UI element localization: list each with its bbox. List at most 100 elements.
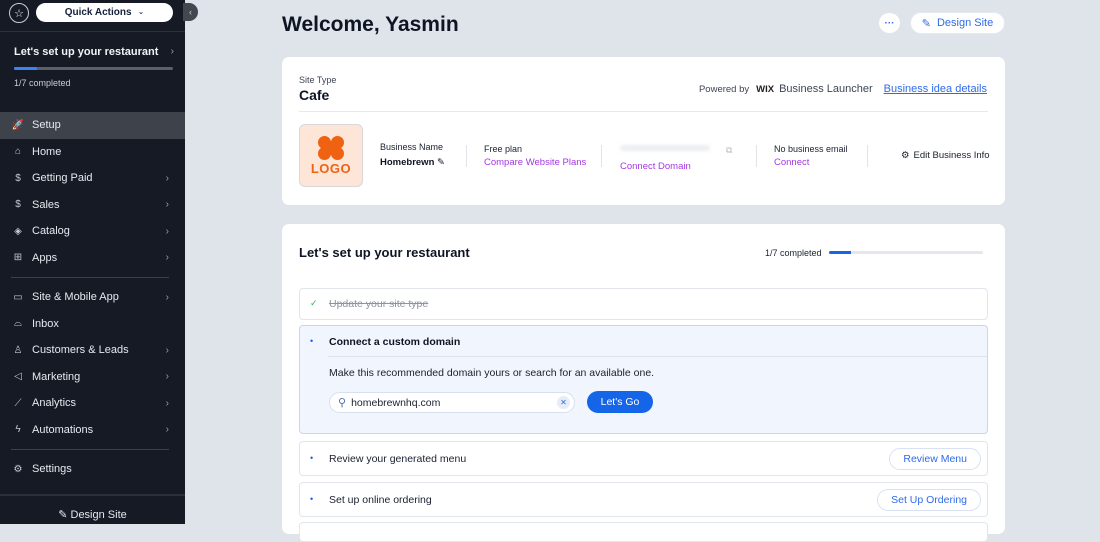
sidebar-item-label: Marketing [32,370,81,383]
sidebar-item-label: Sales [32,198,60,211]
review-menu-button[interactable]: Review Menu [889,448,981,470]
task-label: Review your generated menu [329,453,467,465]
sidebar-item-apps[interactable]: ⊞ Apps › [0,245,185,272]
devices-icon: ▭ [13,291,23,303]
megaphone-icon: ◁ [14,371,22,383]
sidebar-setup-progress-bar [14,67,173,70]
checklist-progress-text: 1/7 completed [765,248,822,258]
gear-icon: ⚙ [901,150,910,161]
design-site-label: Design Site [70,509,127,521]
divider [756,145,757,167]
sidebar-item-label: Home [32,145,62,158]
chevron-right-icon: › [165,225,169,237]
bullet-icon: • [310,494,314,504]
progress-fill [829,251,852,254]
star-icon: ☆ [14,7,24,20]
sidebar-item-home[interactable]: ⌂ Home [0,139,185,166]
quick-actions-label: Quick Actions [64,7,132,18]
business-name: Homebrewn [380,157,435,168]
domain-section: Connect Domain [620,142,710,172]
analytics-icon: ⟋ [14,397,22,409]
sidebar-item-label: Automations [32,423,94,436]
sidebar-item-sales[interactable]: $ Sales › [0,192,185,219]
favorites-star-button[interactable]: ☆ [9,3,29,23]
chevron-left-icon: ‹ [189,7,192,17]
nav-divider [11,277,169,278]
dollar-circle-icon: $ [15,199,21,211]
email-label: No business email [774,144,848,154]
pencil-icon: ✎ [921,17,931,30]
chevron-down-icon: ⌄ [137,7,145,16]
design-site-label: Design Site [936,17,994,29]
site-type-value: Cafe [299,87,330,103]
search-icon: ⚲ [338,397,347,409]
pencil-icon: ✎ [58,509,68,521]
lets-go-button[interactable]: Let's Go [587,391,653,413]
sidebar-item-label: Catalog [32,225,70,238]
quick-actions-button[interactable]: Quick Actions ⌄ [36,3,173,22]
clear-icon[interactable]: ✕ [557,396,570,409]
domain-search-input[interactable]: ⚲ homebrewnhq.com ✕ [329,392,575,413]
divider [0,31,185,32]
edit-business-info-label: Edit Business Info [913,150,990,161]
home-icon: ⌂ [14,146,22,158]
task-online-ordering[interactable]: • Set up online ordering Set Up Ordering [299,482,988,517]
set-up-ordering-button[interactable]: Set Up Ordering [877,489,981,511]
logo-shape-icon [318,135,344,160]
business-idea-details-link[interactable]: Business idea details [884,83,987,95]
more-icon: ··· [884,17,895,29]
sidebar-item-inbox[interactable]: ⌓ Inbox [0,311,185,338]
business-logo[interactable]: LOGO [299,124,363,187]
sidebar-setup-progress-text: 1/7 completed [14,78,71,88]
sidebar-item-site-mobile-app[interactable]: ▭ Site & Mobile App › [0,284,185,311]
compare-plans-link[interactable]: Compare Website Plans [484,157,586,168]
sidebar-item-customers-leads[interactable]: ♙ Customers & Leads › [0,337,185,364]
bullet-icon: • [310,453,314,463]
sidebar-item-setup[interactable]: 🚀 Setup [0,112,185,139]
sidebar-item-analytics[interactable]: ⟋ Analytics › [0,390,185,417]
sidebar-item-label: Site & Mobile App [32,291,119,304]
connect-email-link[interactable]: Connect [774,157,848,168]
sidebar-item-getting-paid[interactable]: $ Getting Paid › [0,165,185,192]
catalog-icon: ◈ [14,225,22,237]
edit-pencil-icon[interactable]: ✎ [437,157,445,168]
business-info-card: Site Type Cafe Powered by WIX Business La… [282,57,1005,205]
sidebar-item-settings[interactable]: ⚙ Settings [0,456,185,483]
task-label: Update your site type [329,298,429,310]
more-actions-button[interactable]: ··· [879,13,900,33]
sidebar-item-marketing[interactable]: ◁ Marketing › [0,364,185,391]
business-name-value: Homebrewn ✎ [380,157,445,168]
sidebar-item-label: Getting Paid [32,172,93,185]
task-description: Make this recommended domain yours or se… [329,367,655,379]
divider [328,356,987,357]
divider [867,145,868,167]
connect-domain-link[interactable]: Connect Domain [620,161,710,172]
collapse-sidebar-button[interactable]: ‹ [183,3,198,21]
sidebar-item-label: Settings [32,463,72,476]
edit-business-info-button[interactable]: ⚙ Edit Business Info [901,150,990,161]
lightning-icon: ϟ [15,424,21,436]
design-site-button[interactable]: ✎ Design Site [910,12,1005,34]
divider [466,145,467,167]
sidebar-item-automations[interactable]: ϟ Automations › [0,417,185,444]
plan-label: Free plan [484,144,523,154]
task-review-menu[interactable]: • Review your generated menu Review Menu [299,441,988,476]
gear-icon: ⚙ [13,463,23,475]
customers-icon: ♙ [13,344,23,356]
wix-logo: WIX [756,83,775,95]
sidebar-item-catalog[interactable]: ◈ Catalog › [0,218,185,245]
chevron-right-icon: › [165,344,169,356]
external-link-icon[interactable]: ⧉ [726,145,732,156]
sidebar-item-label: Setup [32,119,61,132]
chevron-right-icon: › [165,371,169,383]
task-update-site-type[interactable]: ✓ Update your site type [299,288,988,320]
sidebar-setup-card[interactable]: Let's set up your restaurant › 1/7 compl… [14,46,174,88]
sidebar-design-site-button[interactable]: ✎ Design Site [0,508,185,521]
nav-divider [11,449,169,450]
task-next[interactable] [299,522,988,542]
task-label[interactable]: Connect a custom domain [329,336,460,348]
domain-input-value[interactable]: homebrewnhq.com [351,397,557,409]
sidebar-item-label: Analytics [32,397,77,410]
sidebar-setup-title: Let's set up your restaurant [14,46,159,58]
sidebar: ☆ Quick Actions ⌄ Let's set up your rest… [0,0,185,524]
